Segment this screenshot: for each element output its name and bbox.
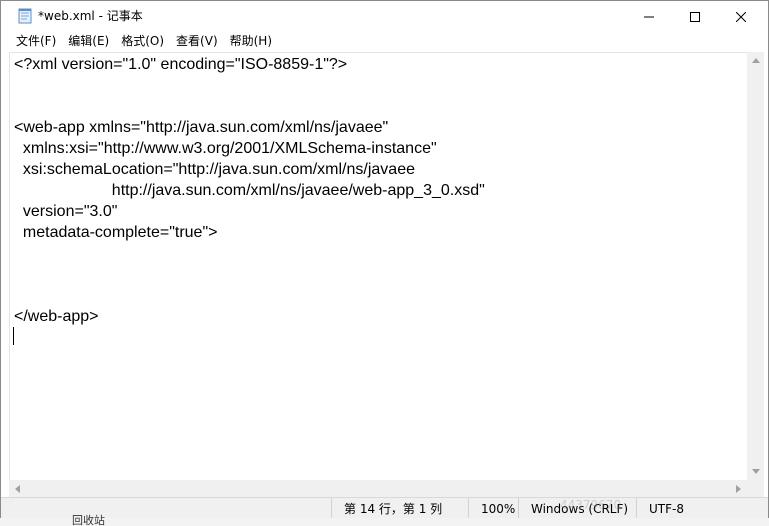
close-button[interactable] xyxy=(718,1,764,31)
scrollbar-corner xyxy=(747,480,764,497)
maximize-button[interactable] xyxy=(672,1,718,31)
status-bar: 第 14 行，第 1 列 100% Windows (CRLF) UTF-8 xyxy=(1,497,768,520)
scroll-right-icon[interactable] xyxy=(730,480,747,497)
text-caret xyxy=(13,327,14,345)
maximize-icon xyxy=(690,7,700,26)
watermark: 44379670 xyxy=(560,498,622,512)
minimize-button[interactable] xyxy=(626,1,672,31)
scroll-left-icon[interactable] xyxy=(9,480,26,497)
menu-help[interactable]: 帮助(H) xyxy=(224,34,278,48)
scroll-down-icon[interactable] xyxy=(747,463,764,480)
window-title: *web.xml - 记事本 xyxy=(38,9,143,23)
text-editor[interactable]: <?xml version="1.0" encoding="ISO-8859-1… xyxy=(9,52,747,480)
zoom-level: 100% xyxy=(468,498,518,520)
horizontal-scrollbar[interactable] xyxy=(9,480,747,497)
menu-format[interactable]: 格式(O) xyxy=(115,34,170,48)
menu-file[interactable]: 文件(F) xyxy=(10,34,62,48)
scroll-up-icon[interactable] xyxy=(747,52,764,69)
vertical-scrollbar[interactable] xyxy=(747,52,764,480)
notepad-icon xyxy=(17,8,33,24)
cursor-position: 第 14 行，第 1 列 xyxy=(331,498,468,520)
title-bar[interactable]: *web.xml - 记事本 xyxy=(1,1,768,31)
close-icon xyxy=(735,7,747,26)
menu-edit[interactable]: 编辑(E) xyxy=(62,34,115,48)
menu-bar: 文件(F) 编辑(E) 格式(O) 查看(V) 帮助(H) xyxy=(1,31,768,51)
minimize-icon xyxy=(644,7,654,26)
file-encoding: UTF-8 xyxy=(636,498,768,520)
desktop-strip xyxy=(0,518,769,526)
desktop-item-label: 回收站 xyxy=(72,514,105,526)
notepad-window: *web.xml - 记事本 文件(F) 编辑(E) 格式(O) 查看(V) 帮… xyxy=(0,0,769,526)
editor-content[interactable]: <?xml version="1.0" encoding="ISO-8859-1… xyxy=(14,54,485,327)
menu-view[interactable]: 查看(V) xyxy=(170,34,224,48)
